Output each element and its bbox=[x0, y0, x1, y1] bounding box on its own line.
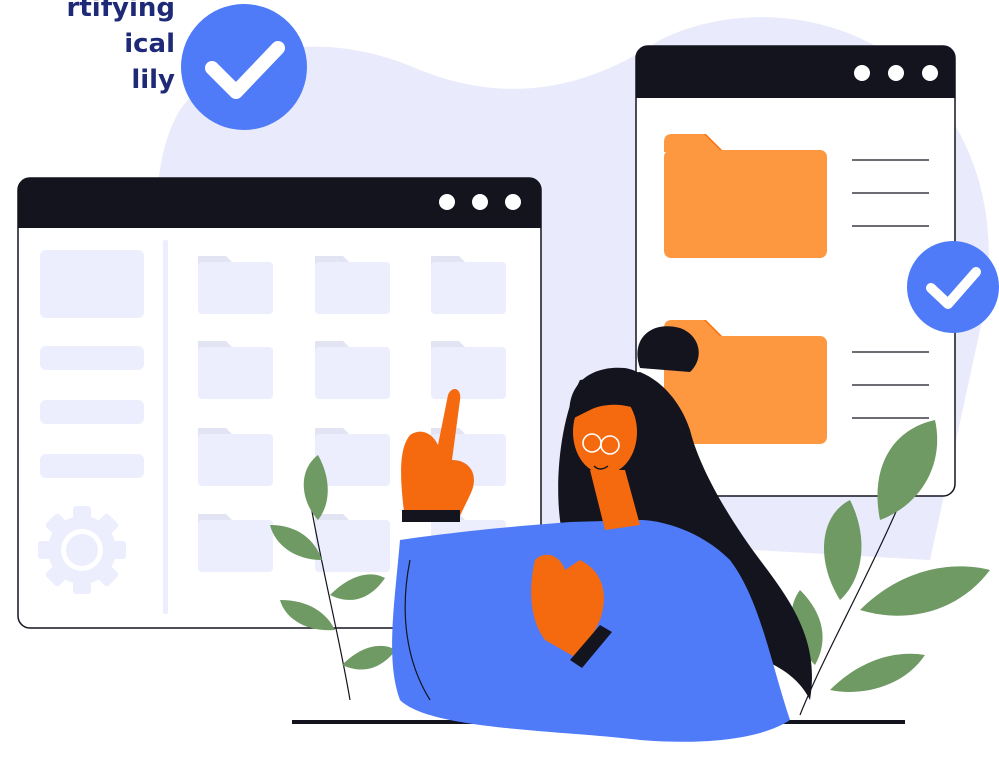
folder-placeholder-icon bbox=[431, 256, 506, 314]
folder-placeholder-icon bbox=[315, 256, 390, 314]
sidebar-item bbox=[40, 400, 144, 424]
folder-placeholder-icon bbox=[315, 341, 390, 399]
sidebar-item bbox=[40, 454, 144, 478]
check-icon bbox=[181, 4, 307, 130]
folder-placeholder-icon bbox=[198, 341, 273, 399]
illustration bbox=[17, 4, 999, 742]
folder-placeholder-icon bbox=[198, 514, 273, 572]
window-titlebar bbox=[636, 46, 955, 98]
three-dots-icon bbox=[439, 194, 521, 210]
three-dots-icon bbox=[854, 65, 938, 81]
folder-placeholder-icon bbox=[431, 341, 506, 399]
sidebar-item bbox=[40, 346, 144, 370]
sidebar-divider bbox=[163, 240, 168, 614]
gear-icon bbox=[38, 506, 126, 594]
folder-placeholder-icon bbox=[198, 256, 273, 314]
sidebar-thumbnail bbox=[40, 250, 144, 318]
folder-placeholder-icon bbox=[315, 514, 390, 572]
folder-placeholder-icon bbox=[198, 428, 273, 486]
check-icon bbox=[907, 241, 999, 333]
window-titlebar bbox=[18, 178, 541, 228]
folder-icon bbox=[664, 134, 827, 258]
